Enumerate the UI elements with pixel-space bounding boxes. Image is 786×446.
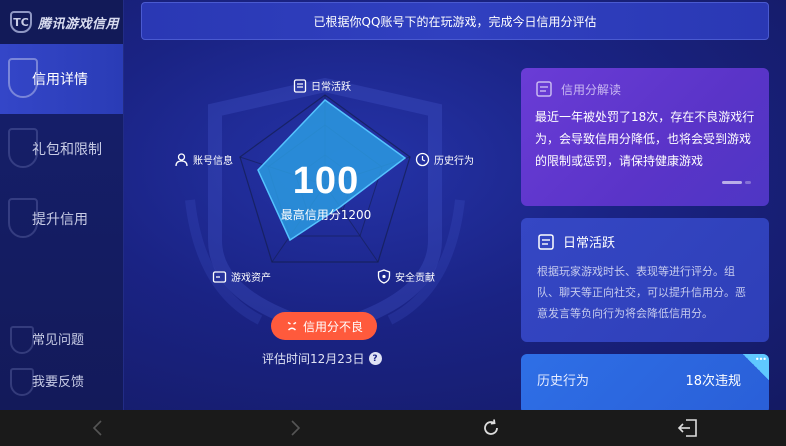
- more-dots: •••: [754, 355, 767, 364]
- system-navbar: [0, 410, 786, 446]
- sidebar-item-label: 礼包和限制: [32, 142, 102, 158]
- card-title: 日常活跃: [563, 236, 616, 251]
- axis-label-text: 安全贡献: [395, 273, 435, 284]
- chevron-right-icon[interactable]: [275, 413, 315, 443]
- max-score-label: 最高信用分1200: [280, 208, 372, 222]
- axis-label-text: 日常活跃: [311, 82, 351, 93]
- document-icon: [537, 233, 555, 251]
- carousel-dot-active: [722, 181, 742, 184]
- card-body: 根据玩家游戏时长、表现等进行评分。组队、聊天等正向社交，可以提升信用分。恶意发言…: [537, 265, 746, 320]
- radar-axis-history: 历史行为: [415, 152, 474, 167]
- document-icon: [535, 80, 553, 98]
- help-icon[interactable]: ?: [368, 352, 382, 365]
- axis-label-text: 账号信息: [193, 156, 233, 167]
- more-icon[interactable]: •••: [743, 354, 769, 380]
- carousel-dot: [745, 181, 751, 184]
- axis-label-text: 游戏资产: [231, 273, 271, 284]
- history-value: 18次违规: [685, 373, 741, 389]
- exit-icon[interactable]: [668, 413, 708, 443]
- chevron-left-icon[interactable]: [78, 413, 118, 443]
- history-behavior-card[interactable]: 历史行为 18次违规 •••: [521, 354, 769, 410]
- credit-status-badge[interactable]: 信用分不良: [271, 312, 377, 340]
- axis-label-text: 历史行为: [434, 156, 474, 167]
- shield-icon: [377, 269, 391, 284]
- daily-active-card[interactable]: 日常活跃 根据玩家游戏时长、表现等进行评分。组队、聊天等正向社交，可以提升信用分…: [521, 218, 769, 342]
- history-label: 历史行为: [537, 373, 590, 389]
- radar-axis-assets: 游戏资产: [212, 269, 271, 284]
- sidebar-item-label: 常见问题: [32, 332, 85, 348]
- refresh-icon[interactable]: [471, 413, 511, 443]
- user-icon: [174, 152, 189, 167]
- card-title: 信用分解读: [561, 82, 622, 97]
- radar-axis-daily-active: 日常活跃: [293, 78, 351, 93]
- document-icon: [293, 78, 307, 93]
- carousel-indicator: [722, 181, 751, 184]
- status-text: 信用分不良: [302, 319, 363, 334]
- radar-axis-account-info: 账号信息: [174, 152, 233, 167]
- wallet-icon: [212, 270, 227, 284]
- radar-axis-security: 安全贡献: [377, 269, 435, 284]
- evaluation-time: 评估时间12月23日 ?: [262, 350, 382, 367]
- sidebar-item-label: 提升信用: [32, 212, 88, 228]
- app-root: TC 腾讯游戏信用 信用详情 礼包和限制 提升信用 常见问题 我要反馈 已根据你…: [0, 0, 786, 410]
- credit-score: 100: [292, 160, 360, 202]
- card-header: 信用分解读: [535, 80, 755, 98]
- credit-interpretation-card: 信用分解读 最近一年被处罚了18次，存在不良游戏行为，会导致信用分降低，也将会受…: [521, 68, 769, 206]
- sidebar-item-label: 信用详情: [32, 72, 88, 88]
- clock-icon: [415, 152, 430, 167]
- evaluation-time-text: 评估时间12月23日: [262, 352, 365, 366]
- sidebar-item-label: 我要反馈: [32, 374, 85, 390]
- card-header: 日常活跃: [537, 232, 753, 251]
- card-body: 最近一年被处罚了18次，存在不良游戏行为，会导致信用分降低，也将会受到游戏的限制…: [535, 110, 755, 168]
- sad-face-icon: [285, 319, 299, 333]
